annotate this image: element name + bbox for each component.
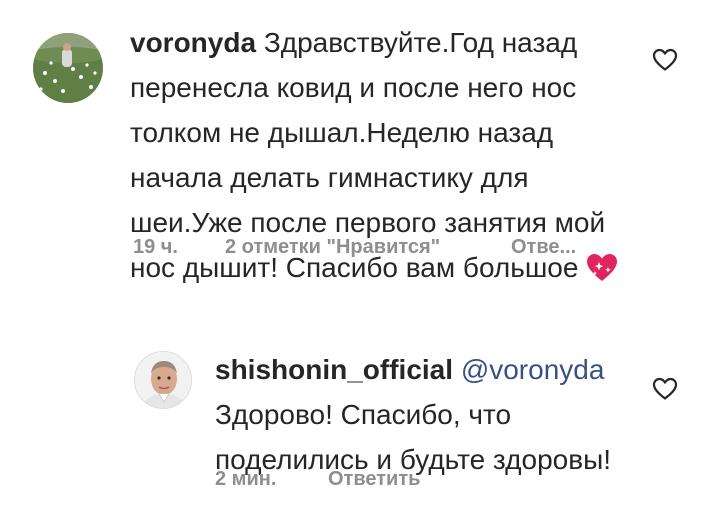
comment-body: Здорово! Спасибо, что поделились и будьт… <box>215 399 611 475</box>
comment-meta: 2 мин. Ответить <box>215 468 515 494</box>
avatar-photo-icon <box>135 352 191 408</box>
avatar[interactable] <box>33 33 103 103</box>
avatar[interactable] <box>134 351 192 409</box>
mention-link[interactable]: @voronyda <box>461 354 605 385</box>
reply-button[interactable]: Отве... <box>511 236 576 259</box>
comment-text: shishonin_official @voronyda Здорово! Сп… <box>215 347 635 482</box>
avatar-photo-icon <box>33 33 103 103</box>
likes-count-button[interactable]: 2 отметки "Нравится" <box>225 236 440 259</box>
reply-button[interactable]: Ответить <box>328 468 420 491</box>
username[interactable]: voronyda <box>130 27 256 58</box>
like-heart-icon[interactable] <box>652 48 678 72</box>
comment-meta: 19 ч. 2 отметки "Нравится" Отве... <box>133 236 613 262</box>
timestamp: 2 мин. <box>215 468 277 490</box>
like-heart-icon[interactable] <box>652 377 678 401</box>
timestamp: 19 ч. <box>133 236 178 258</box>
username[interactable]: shishonin_official <box>215 354 453 385</box>
